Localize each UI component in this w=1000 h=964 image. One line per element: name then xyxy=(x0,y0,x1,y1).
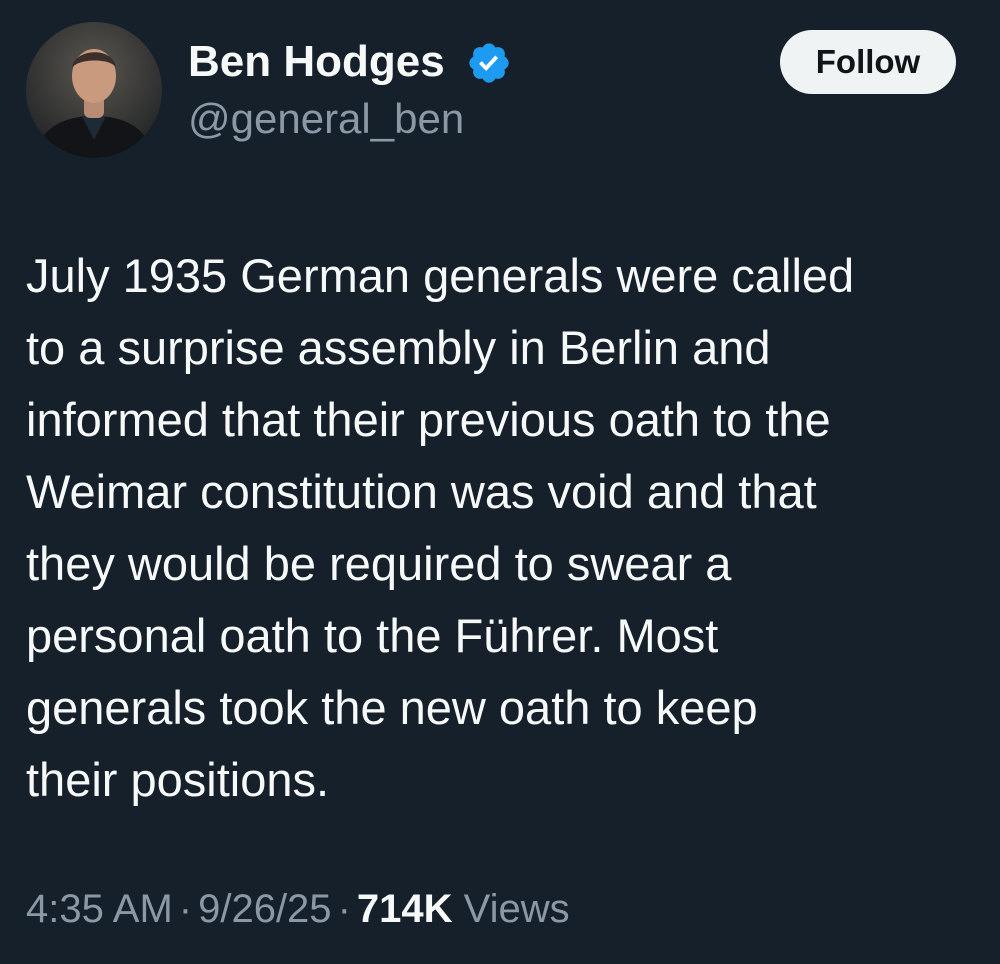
avatar-image xyxy=(26,22,162,158)
avatar[interactable] xyxy=(26,22,162,158)
tweet-text-line: July 1935 German generals were called xyxy=(26,249,855,302)
verified-badge-icon xyxy=(469,43,509,83)
tweet-time[interactable]: 4:35 AM xyxy=(26,887,173,931)
tweet-metadata: 4:35 AM · 9/26/25 · 714K Views xyxy=(26,884,570,934)
follow-button[interactable]: Follow xyxy=(780,30,956,94)
views-label: Views xyxy=(463,887,570,931)
tweet-text-line: their positions. xyxy=(26,753,330,806)
separator: · xyxy=(337,887,351,931)
tweet-text-line: they would be required to swear a xyxy=(26,537,732,590)
tweet-text-line: informed that their previous oath to the xyxy=(26,393,831,446)
tweet-text-line: personal oath to the Führer. Most xyxy=(26,609,719,662)
tweet-date[interactable]: 9/26/25 xyxy=(198,887,331,931)
tweet-card: Ben Hodges @general_ben Follow July 1935… xyxy=(0,0,1000,964)
tweet-text-line: Weimar constitution was void and that xyxy=(26,465,817,518)
views-count: 714K xyxy=(356,887,453,931)
tweet-text-line: to a surprise assembly in Berlin and xyxy=(26,321,771,374)
author-handle[interactable]: @general_ben xyxy=(188,94,464,144)
author-display-name[interactable]: Ben Hodges xyxy=(188,36,445,88)
tweet-text: July 1935 German generals were called to… xyxy=(26,240,986,816)
separator: · xyxy=(178,887,193,931)
tweet-text-line: generals took the new oath to keep xyxy=(26,681,758,734)
